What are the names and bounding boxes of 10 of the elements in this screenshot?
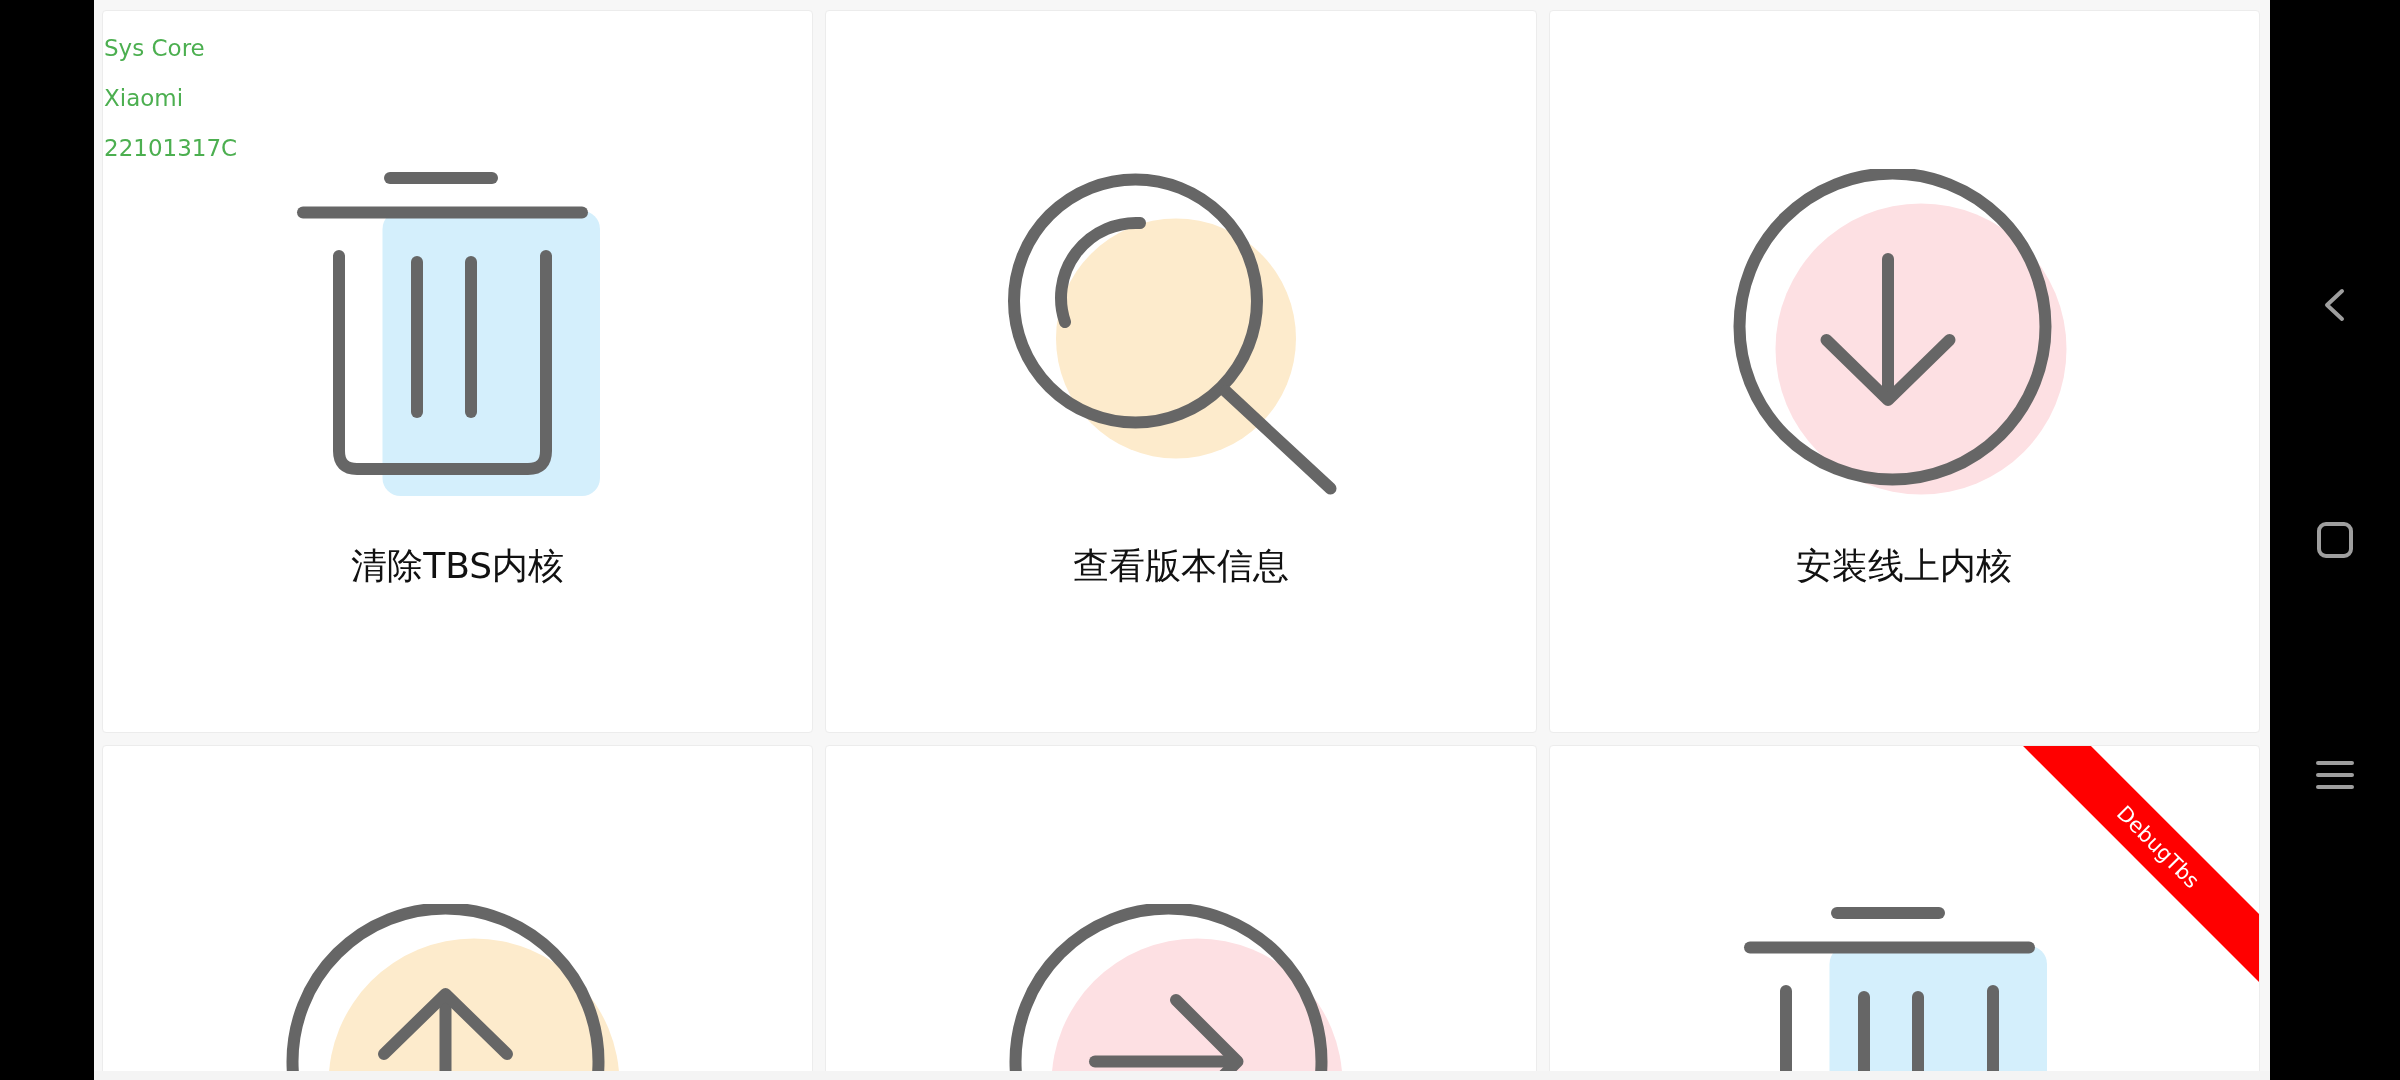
action-label: 查看版本信息 [1073,544,1289,588]
action-label: 清除TBS内核 [351,544,565,588]
device-info-text: Xiaomi [104,85,185,111]
action-card[interactable]: Sys Core Xiaomi 22101317C 清除TBS内核 [102,10,814,733]
home-icon[interactable] [2315,520,2355,560]
device-info-text: 22101317C [104,135,238,161]
action-label: 安装线上内核 [1796,544,2013,588]
device-info-text: Sys Core [104,35,206,61]
action-card[interactable]: 安装线上内核 [1548,10,2260,733]
action-card[interactable]: 查看版本信息 [825,10,1537,733]
